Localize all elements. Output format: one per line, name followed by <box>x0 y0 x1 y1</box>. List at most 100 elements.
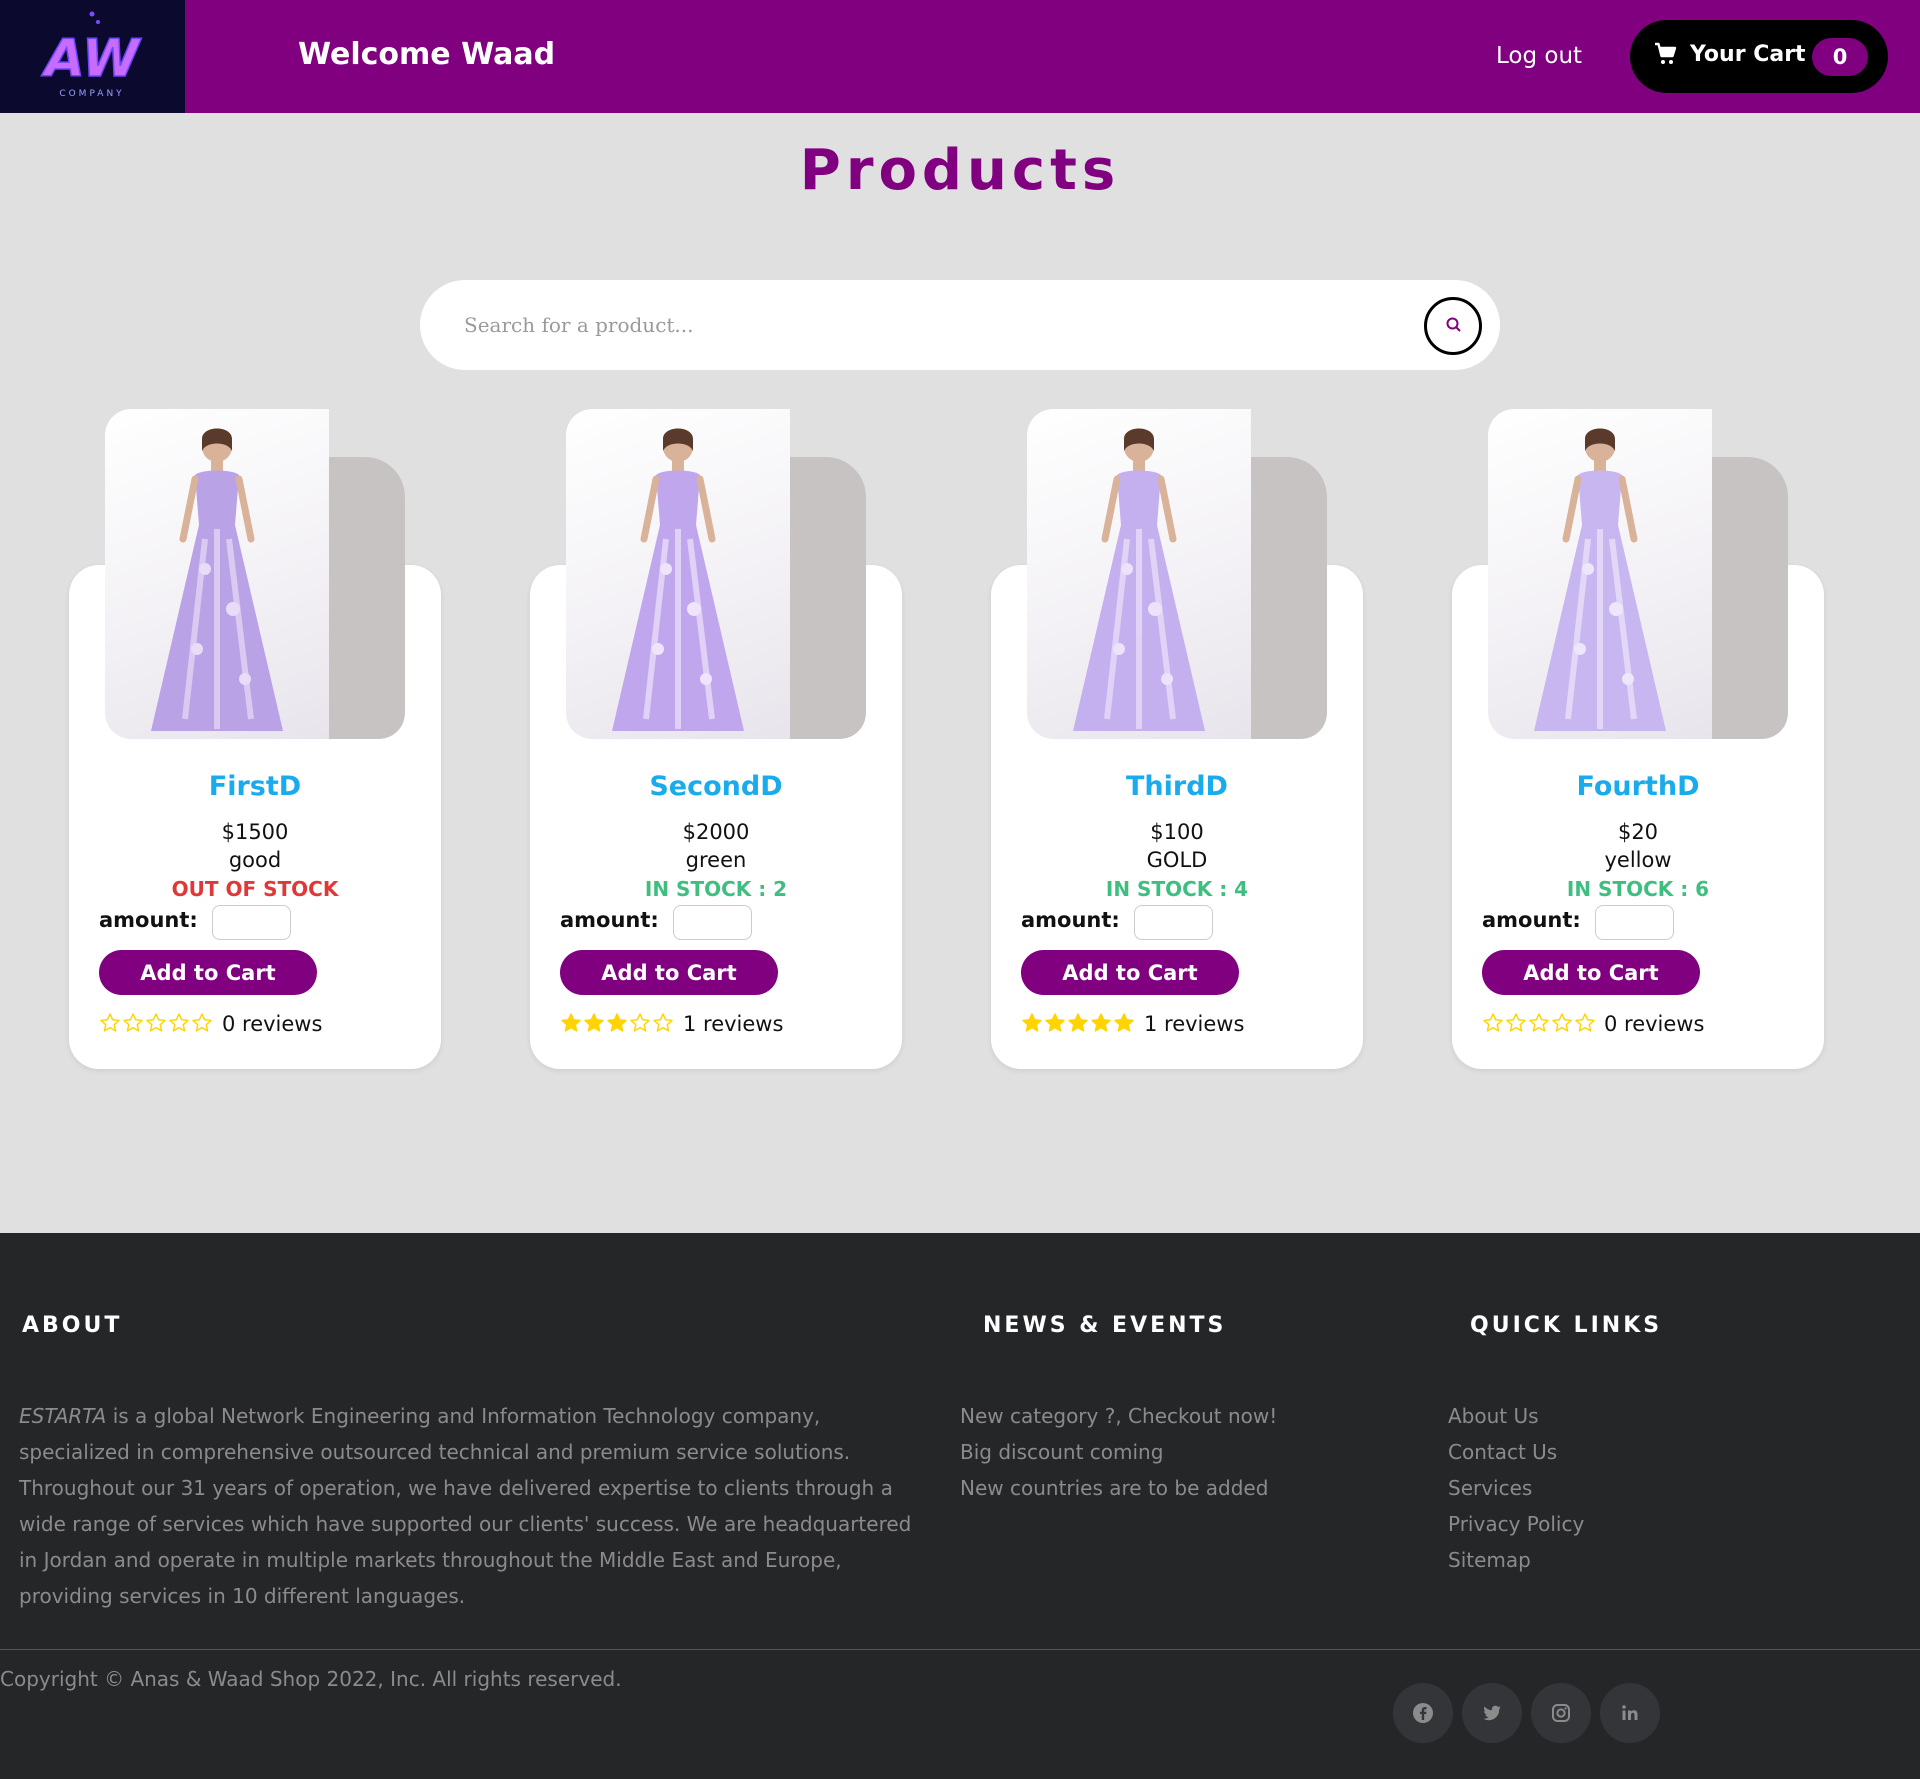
link-sitemap[interactable]: Sitemap <box>1448 1542 1584 1578</box>
about-heading: ABOUT <box>22 1313 123 1338</box>
instagram-button[interactable] <box>1531 1683 1591 1743</box>
star-empty-icon[interactable] <box>1574 1012 1596 1034</box>
star-empty-icon[interactable] <box>122 1012 144 1034</box>
product-card: FourthD $20 yellow IN STOCK : 6 amount: Add t… <box>1452 409 1824 1069</box>
product-price: $1500 <box>221 820 289 844</box>
top-header: AW COMPANY Welcome Waad Log out Your Car… <box>0 0 1920 113</box>
quick-links-list: About Us Contact Us Services Privacy Pol… <box>1448 1398 1584 1578</box>
about-brand: ESTARTA <box>19 1404 107 1428</box>
search-button[interactable] <box>1424 297 1482 355</box>
star-empty-icon[interactable] <box>168 1012 190 1034</box>
page-title: Products <box>799 138 1121 203</box>
star-empty-icon[interactable] <box>1528 1012 1550 1034</box>
amount-input[interactable] <box>1595 905 1674 940</box>
search-input[interactable] <box>464 302 1384 348</box>
svg-text:COMPANY: COMPANY <box>59 89 124 99</box>
facebook-icon <box>1413 1703 1433 1723</box>
star-filled-icon[interactable] <box>583 1012 605 1034</box>
star-empty-icon[interactable] <box>1482 1012 1504 1034</box>
amount-label: amount: <box>99 908 198 932</box>
facebook-button[interactable] <box>1393 1683 1453 1743</box>
link-about-us[interactable]: About Us <box>1448 1398 1584 1434</box>
add-to-cart-button[interactable]: Add to Cart <box>1021 950 1239 995</box>
star-empty-icon[interactable] <box>652 1012 674 1034</box>
star-empty-icon[interactable] <box>629 1012 651 1034</box>
star-empty-icon[interactable] <box>1505 1012 1527 1034</box>
review-count: 1 reviews <box>1144 1012 1245 1036</box>
product-image[interactable] <box>105 409 405 739</box>
twitter-button[interactable] <box>1462 1683 1522 1743</box>
dress-figure <box>151 428 283 731</box>
welcome-message: Welcome Waad <box>298 37 556 72</box>
news-list: New category ?, Checkout now! Big discou… <box>960 1398 1277 1506</box>
product-price: $2000 <box>682 820 750 844</box>
product-image[interactable] <box>1488 409 1788 739</box>
star-rating <box>1021 1012 1136 1038</box>
star-filled-icon[interactable] <box>560 1012 582 1034</box>
link-contact-us[interactable]: Contact Us <box>1448 1434 1584 1470</box>
product-description: GOLD <box>1146 848 1208 872</box>
star-filled-icon[interactable] <box>1067 1012 1089 1034</box>
twitter-icon <box>1483 1705 1501 1721</box>
product-name[interactable]: FirstD <box>69 771 441 802</box>
product-image[interactable] <box>566 409 866 739</box>
stock-status: IN STOCK : 4 <box>1105 877 1249 901</box>
company-logo[interactable]: AW COMPANY <box>0 0 185 113</box>
logout-link[interactable]: Log out <box>1496 43 1582 69</box>
search-icon <box>1446 317 1461 332</box>
cart-label: Your Cart <box>1690 42 1806 67</box>
amount-input[interactable] <box>1134 905 1213 940</box>
stock-status: IN STOCK : 2 <box>644 877 788 901</box>
news-item[interactable]: Big discount coming <box>960 1434 1277 1470</box>
footer: ABOUT NEWS & EVENTS QUICK LINKS ESTARTA … <box>0 1233 1920 1779</box>
star-filled-icon[interactable] <box>1090 1012 1112 1034</box>
product-image[interactable] <box>1027 409 1327 739</box>
cart-icon <box>1654 42 1678 70</box>
amount-label: amount: <box>1021 908 1120 932</box>
copyright-text: Copyright © Anas & Waad Shop 2022, Inc. … <box>0 1667 622 1691</box>
cart-button[interactable]: Your Cart 0 <box>1630 20 1888 93</box>
star-rating <box>560 1012 675 1038</box>
product-name[interactable]: FourthD <box>1452 771 1824 802</box>
news-item[interactable]: New countries are to be added <box>960 1470 1277 1506</box>
star-filled-icon[interactable] <box>606 1012 628 1034</box>
star-filled-icon[interactable] <box>1021 1012 1043 1034</box>
star-empty-icon[interactable] <box>99 1012 121 1034</box>
star-rating <box>99 1012 214 1038</box>
linkedin-button[interactable] <box>1600 1683 1660 1743</box>
product-card: FirstD $1500 good OUT OF STOCK amount: Add to… <box>69 409 441 1069</box>
linkedin-icon <box>1622 1705 1638 1720</box>
star-empty-icon[interactable] <box>145 1012 167 1034</box>
product-description: good <box>228 848 282 872</box>
cart-count-badge: 0 <box>1812 38 1868 76</box>
about-text: ESTARTA is a global Network Engineering … <box>19 1398 929 1614</box>
add-to-cart-button[interactable]: Add to Cart <box>99 950 317 995</box>
amount-input[interactable] <box>673 905 752 940</box>
product-description: green <box>685 848 747 872</box>
dress-figure <box>1073 428 1205 731</box>
product-name[interactable]: SecondD <box>530 771 902 802</box>
review-count: 0 reviews <box>1604 1012 1705 1036</box>
star-filled-icon[interactable] <box>1113 1012 1135 1034</box>
stock-status: OUT OF STOCK <box>171 877 339 901</box>
add-to-cart-button[interactable]: Add to Cart <box>560 950 778 995</box>
review-count: 0 reviews <box>222 1012 323 1036</box>
link-privacy-policy[interactable]: Privacy Policy <box>1448 1506 1584 1542</box>
link-services[interactable]: Services <box>1448 1470 1584 1506</box>
star-empty-icon[interactable] <box>191 1012 213 1034</box>
product-price: $20 <box>1617 820 1659 844</box>
dress-figure <box>1534 428 1666 731</box>
add-to-cart-button[interactable]: Add to Cart <box>1482 950 1700 995</box>
search-bar <box>420 280 1500 370</box>
product-description: yellow <box>1604 848 1672 872</box>
news-item[interactable]: New category ?, Checkout now! <box>960 1398 1277 1434</box>
product-name[interactable]: ThirdD <box>991 771 1363 802</box>
product-card: SecondD $2000 green IN STOCK : 2 amount: Add … <box>530 409 902 1069</box>
star-empty-icon[interactable] <box>1551 1012 1573 1034</box>
quick-links-heading: QUICK LINKS <box>1470 1313 1663 1338</box>
product-price: $100 <box>1150 820 1204 844</box>
star-filled-icon[interactable] <box>1044 1012 1066 1034</box>
amount-label: amount: <box>560 908 659 932</box>
amount-input[interactable] <box>212 905 291 940</box>
amount-label: amount: <box>1482 908 1581 932</box>
